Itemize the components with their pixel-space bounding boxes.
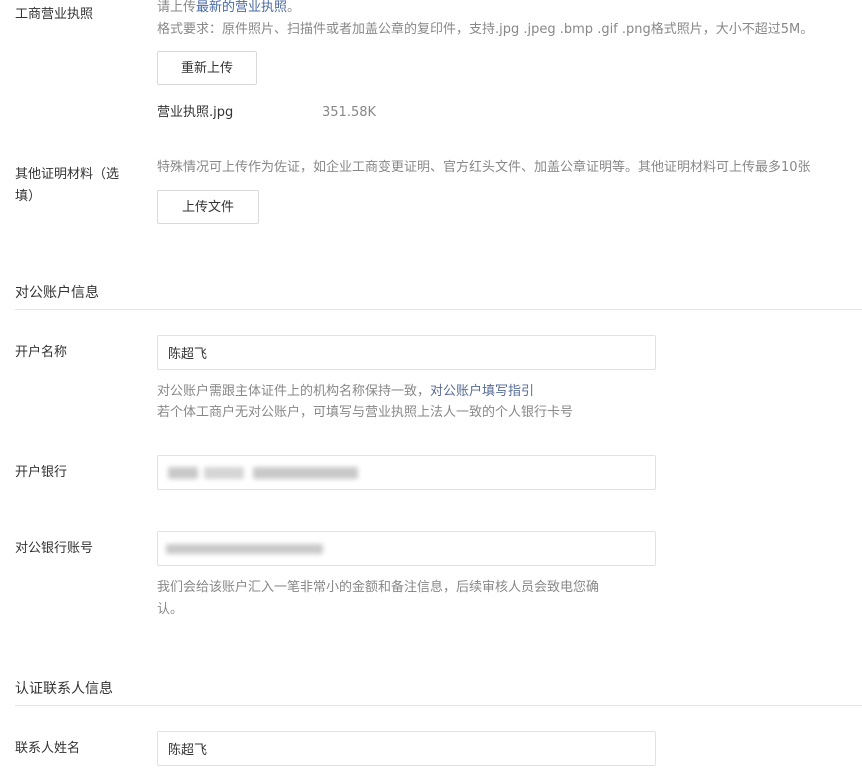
uploaded-file-size: 351.58K	[322, 105, 377, 120]
bank-label: 开户银行	[15, 465, 68, 480]
contact-section-divider	[15, 705, 862, 706]
bank-input[interactable]	[157, 455, 656, 490]
account-number-input[interactable]	[157, 531, 656, 566]
business-license-hint: 请上传最新的营业执照。	[157, 0, 300, 18]
redacted-account-number	[166, 544, 323, 554]
account-name-hint-line1: 对公账户需跟主体证件上的机构名称保持一致，对公账户填写指引	[157, 382, 534, 402]
reupload-button[interactable]: 重新上传	[157, 51, 257, 85]
contact-name-input[interactable]	[157, 731, 656, 766]
business-license-hint-suffix: 。	[287, 0, 301, 15]
account-name-input[interactable]	[157, 335, 656, 370]
business-license-hint-prefix: 请上传	[157, 0, 197, 15]
redacted-bank-text	[168, 467, 198, 479]
verification-form: 工商营业执照 请上传最新的营业执照。 格式要求：原件照片、扫描件或者加盖公章的复…	[0, 0, 862, 769]
account-number-label: 对公银行账号	[15, 541, 94, 556]
format-requirements-hint: 格式要求：原件照片、扫描件或者加盖公章的复印件，支持.jpg .jpeg .bm…	[157, 22, 814, 37]
redacted-bank-text	[204, 467, 244, 479]
business-license-label: 工商营业执照	[15, 7, 94, 22]
uploaded-file-name: 营业执照.jpg	[157, 105, 234, 120]
latest-license-link[interactable]: 最新的营业执照	[196, 0, 287, 15]
bank-section-title: 对公账户信息	[15, 285, 99, 301]
redacted-bank-text	[253, 467, 358, 479]
upload-file-button[interactable]: 上传文件	[157, 190, 259, 224]
bank-section-divider	[15, 309, 862, 310]
account-number-hint-line1: 我们会给该账户汇入一笔非常小的金额和备注信息，后续审核人员会致电您确	[157, 580, 600, 595]
other-docs-hint: 特殊情况可上传作为佐证，如企业工商变更证明、官方红头文件、加盖公章证明等。其他证…	[157, 160, 811, 175]
contact-name-label: 联系人姓名	[15, 741, 81, 756]
account-name-hint-line2: 若个体工商户无对公账户，可填写与营业执照上法人一致的个人银行卡号	[157, 405, 574, 420]
account-guide-link[interactable]: 对公账户填写指引	[430, 384, 534, 399]
account-name-label: 开户名称	[15, 345, 68, 360]
contact-section-title: 认证联系人信息	[15, 681, 113, 697]
account-name-hint-prefix: 对公账户需跟主体证件上的机构名称保持一致，	[157, 384, 431, 399]
other-docs-label-line1: 其他证明材料（选	[15, 167, 120, 182]
account-number-hint-line2: 认。	[157, 602, 184, 617]
other-docs-label-line2: 填）	[15, 189, 42, 204]
